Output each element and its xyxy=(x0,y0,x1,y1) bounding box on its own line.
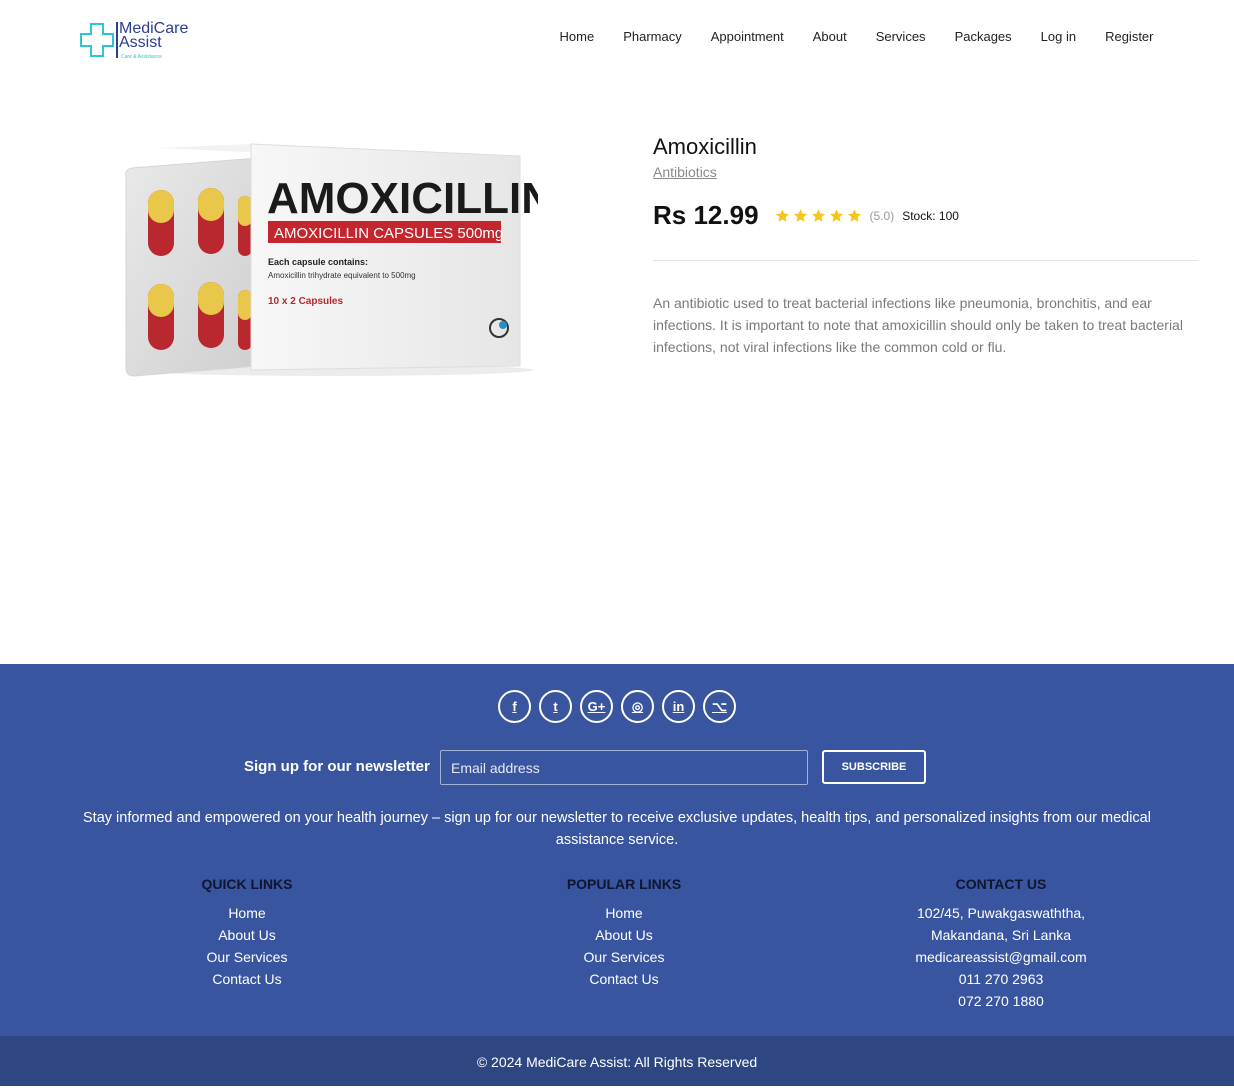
newsletter-blurb: Stay informed and empowered on your heal… xyxy=(83,810,1151,848)
brand-logo[interactable]: MediCare Assist Care & Assistance xyxy=(79,20,199,62)
contact-phone-2: 072 270 1880 xyxy=(958,993,1044,1009)
quick-link-contact[interactable]: Contact Us xyxy=(97,968,397,990)
brand-name: MediCare Assist xyxy=(119,20,189,51)
nav-home[interactable]: Home xyxy=(545,28,609,46)
popular-links-title: POPULAR LINKS xyxy=(566,876,682,892)
product-category-link[interactable]: Antibiotics xyxy=(653,162,717,182)
svg-text:AMOXICILLIN: AMOXICILLIN xyxy=(267,174,538,223)
quick-link-services[interactable]: Our Services xyxy=(97,946,397,968)
google-plus-icon[interactable]: G+ xyxy=(580,690,613,723)
nav-services[interactable]: Services xyxy=(861,28,940,46)
star-icon xyxy=(793,209,807,222)
contact-phone-1: 011 270 2963 xyxy=(958,971,1044,987)
star-icon xyxy=(847,209,861,222)
svg-text:Amoxicillin trihydrate equival: Amoxicillin trihydrate equivalent to 500… xyxy=(268,271,416,280)
contact-address-line2: Makandana, Sri Lanka xyxy=(930,927,1072,943)
product-image: AMOXICILLIN AMOXICILLIN CAPSULES 500mg E… xyxy=(125,143,538,377)
contact-email[interactable]: medicareassist@gmail.com xyxy=(851,946,1151,968)
nav-appointment[interactable]: Appointment xyxy=(696,28,798,46)
popular-link-about[interactable]: About Us xyxy=(474,924,774,946)
star-icon xyxy=(829,209,843,222)
quick-link-about[interactable]: About Us xyxy=(97,924,397,946)
stock-count: Stock: 100 xyxy=(902,208,959,223)
logo-divider xyxy=(116,22,118,58)
brand-tagline: Care & Assistance xyxy=(121,54,162,60)
rating-value: (5.0) xyxy=(869,208,895,223)
popular-links: POPULAR LINKS Home About Us Our Services… xyxy=(474,876,774,990)
star-icon xyxy=(775,209,789,222)
svg-text:Each capsule contains:: Each capsule contains: xyxy=(268,257,368,267)
twitter-icon[interactable]: t xyxy=(539,690,572,723)
contact-title: CONTACT US xyxy=(955,876,1047,892)
contact-address-line1: 102/45, Puwakgaswaththa, xyxy=(916,905,1086,921)
medical-cross-icon xyxy=(80,23,114,57)
subscribe-button[interactable]: SUBSCRIBE xyxy=(822,750,926,784)
svg-text:AMOXICILLIN CAPSULES 500mg: AMOXICILLIN CAPSULES 500mg xyxy=(274,225,503,242)
divider xyxy=(653,260,1198,261)
popular-link-contact[interactable]: Contact Us xyxy=(474,968,774,990)
nav-about[interactable]: About xyxy=(798,28,861,46)
product-info: Amoxicillin Antibiotics Rs 12.99 (5.0) S… xyxy=(653,132,1198,355)
linkedin-icon[interactable]: in xyxy=(662,690,695,723)
product-name: Amoxicillin xyxy=(653,134,757,159)
copyright-bar: © 2024 MediCare Assist: All Rights Reser… xyxy=(0,1036,1234,1086)
github-icon[interactable]: ⌥ xyxy=(703,690,736,723)
main-nav: Home Pharmacy Appointment About Services… xyxy=(545,28,1168,46)
social-links: f t G+ ◎ in ⌥ xyxy=(0,690,1234,723)
instagram-icon[interactable]: ◎ xyxy=(621,690,654,723)
contact-us: CONTACT US 102/45, Puwakgaswaththa, Maka… xyxy=(851,876,1151,1012)
site-footer: ftG+◎in⌥ Sign up for our newsletter SUBS… xyxy=(0,664,1234,1036)
nav-login[interactable]: Log in xyxy=(1026,28,1090,46)
site-header: MediCare Assist Care & Assistance Home P… xyxy=(0,0,1234,75)
star-icon xyxy=(811,209,825,222)
product-description: An antibiotic used to treat bacterial in… xyxy=(653,295,1183,355)
svg-text:10 x 2 Capsules: 10 x 2 Capsules xyxy=(268,296,343,307)
quick-links: QUICK LINKS Home About Us Our Services C… xyxy=(97,876,397,990)
newsletter-label: Sign up for our newsletter xyxy=(244,758,430,775)
email-input[interactable] xyxy=(440,750,808,785)
quick-link-home[interactable]: Home xyxy=(97,902,397,924)
nav-pharmacy[interactable]: Pharmacy xyxy=(609,28,697,46)
popular-link-services[interactable]: Our Services xyxy=(474,946,774,968)
facebook-icon[interactable]: f xyxy=(498,690,531,723)
rating-stars xyxy=(775,208,862,223)
nav-register[interactable]: Register xyxy=(1091,28,1168,46)
popular-link-home[interactable]: Home xyxy=(474,902,774,924)
quick-links-title: QUICK LINKS xyxy=(201,876,293,892)
nav-packages[interactable]: Packages xyxy=(940,28,1026,46)
product-price: Rs 12.99 xyxy=(653,200,759,230)
price-row: Rs 12.99 (5.0) Stock: 100 xyxy=(653,200,959,231)
